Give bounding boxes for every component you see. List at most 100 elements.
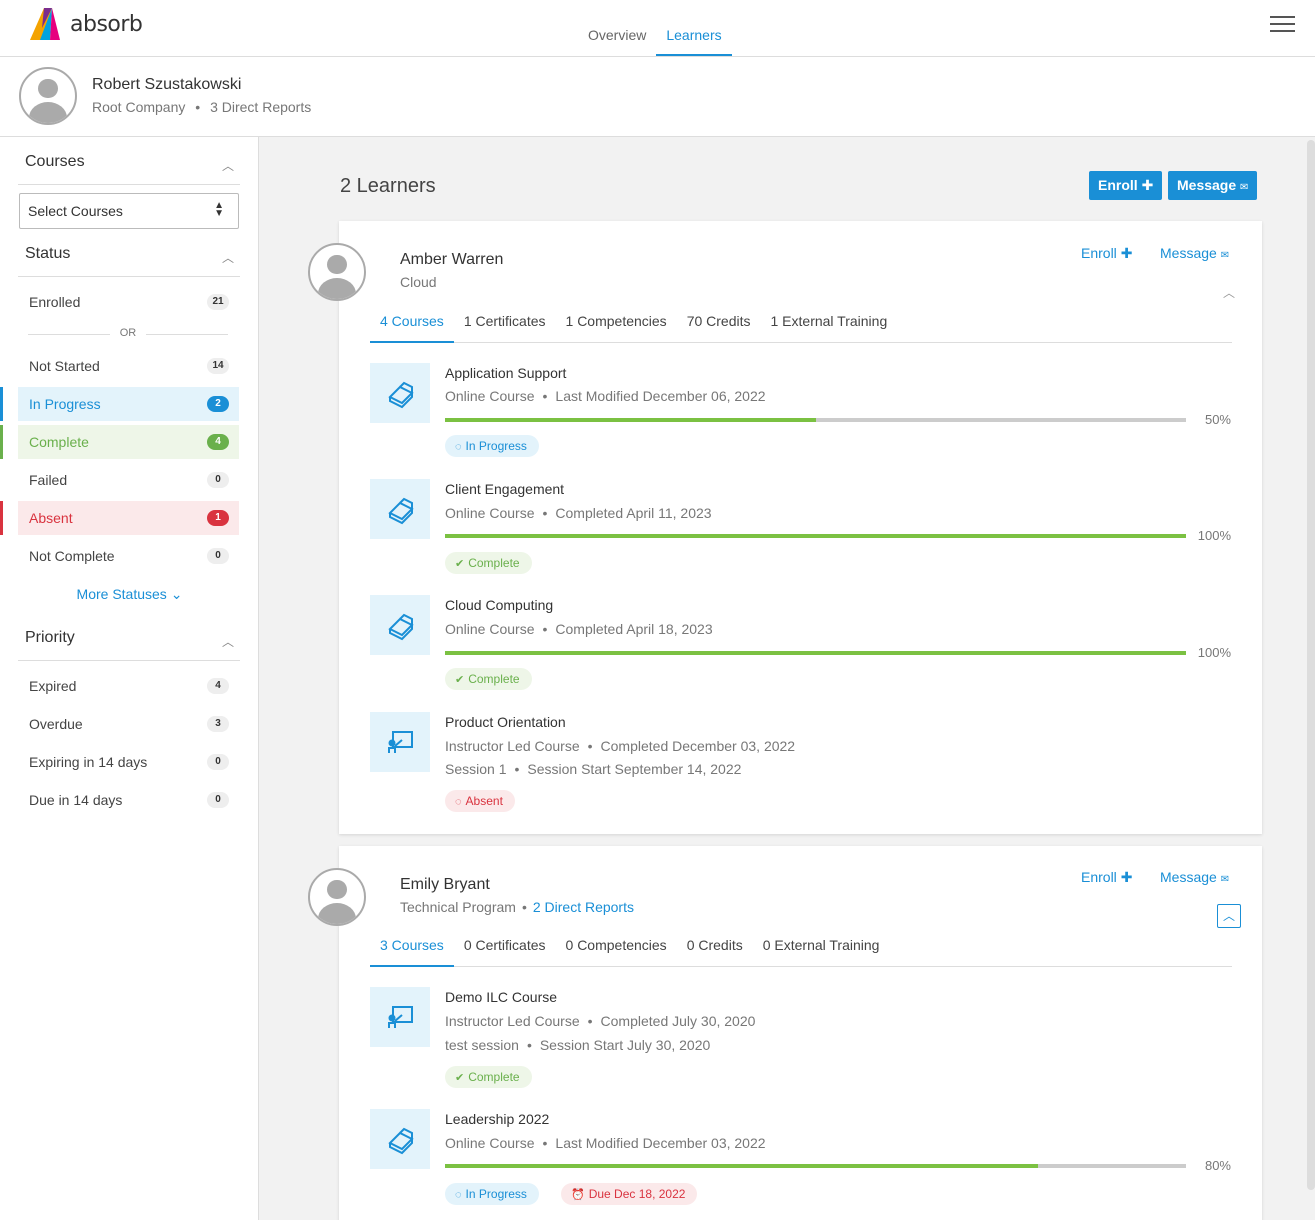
learner-enroll-link[interactable]: Enroll ✚ (1081, 869, 1132, 886)
course-title[interactable]: Application Support (445, 365, 566, 381)
status-badge: ◌ In Progress (445, 1183, 539, 1205)
hamburger-menu-icon[interactable] (1270, 16, 1295, 34)
tab-courses[interactable]: 4 Courses (370, 311, 454, 343)
collapse-chevron-icon[interactable]: ︿ (1217, 904, 1241, 928)
separator: • (526, 1037, 532, 1053)
enroll-button[interactable]: Enroll ✚ (1089, 171, 1163, 200)
learner-message-link[interactable]: Message ✉ (1160, 869, 1229, 885)
book-icon[interactable] (370, 595, 430, 655)
spinner-icon: ◌ (455, 441, 462, 453)
course-type: Online Course (445, 388, 535, 404)
status-in-progress[interactable]: In Progress 2 (18, 387, 239, 421)
learner-tabs: 3 Courses 0 Certificates 0 Competencies … (370, 935, 1232, 967)
direct-reports-link[interactable]: 2 Direct Reports (533, 899, 634, 915)
courses-section-header[interactable]: Courses ︿ (18, 153, 240, 185)
course-title[interactable]: Demo ILC Course (445, 989, 557, 1005)
chevron-up-icon[interactable]: ︿ (222, 633, 234, 650)
tab-courses[interactable]: 3 Courses (370, 935, 454, 967)
tab-credits[interactable]: 0 Credits (677, 935, 753, 967)
status-label: Not Complete (29, 548, 115, 564)
learner-enroll-link[interactable]: Enroll ✚ (1081, 245, 1132, 262)
chevron-up-icon[interactable]: ︿ (222, 157, 234, 174)
learner-tabs: 4 Courses 1 Certificates 1 Competencies … (370, 311, 1232, 343)
status-count: 1 (207, 510, 229, 526)
select-value: Select Courses (28, 203, 123, 219)
separator: • (195, 99, 201, 115)
book-icon[interactable] (370, 1109, 430, 1169)
plus-icon: ✚ (1120, 245, 1133, 261)
scrollbar[interactable] (1307, 140, 1315, 1190)
chevron-down-icon: ⌄ (170, 586, 183, 602)
course-title[interactable]: Product Orientation (445, 714, 566, 730)
presentation-board-icon[interactable] (370, 712, 430, 772)
tab-certificates[interactable]: 0 Certificates (454, 935, 556, 967)
learner-name[interactable]: Emily Bryant (400, 876, 490, 894)
priority-due[interactable]: Due in 14 days 0 (18, 783, 239, 817)
message-label: Message (1177, 177, 1237, 193)
priority-count: 0 (207, 792, 229, 808)
priority-label: Expiring in 14 days (29, 754, 148, 770)
status-not-complete[interactable]: Not Complete 0 (18, 539, 239, 573)
priority-count: 4 (207, 678, 229, 694)
priority-overdue[interactable]: Overdue 3 (18, 707, 239, 741)
absorb-logo-icon[interactable] (30, 8, 70, 40)
tab-overview[interactable]: Overview (578, 26, 656, 56)
progress-bar (445, 534, 1186, 538)
status-label: In Progress (29, 396, 101, 412)
status-complete[interactable]: Complete 4 (18, 425, 239, 459)
separator: • (542, 621, 548, 637)
book-icon[interactable] (370, 479, 430, 539)
tab-credits[interactable]: 70 Credits (677, 311, 761, 343)
tab-learners[interactable]: Learners (656, 26, 732, 56)
collapse-chevron-icon[interactable]: ︿ (1223, 284, 1235, 301)
status-failed[interactable]: Failed 0 (18, 463, 239, 497)
tab-competencies[interactable]: 0 Competencies (556, 935, 677, 967)
status-badge: ◌ In Progress (445, 435, 539, 457)
more-statuses-link[interactable]: More Statuses ⌄ (0, 586, 259, 603)
tab-certificates[interactable]: 1 Certificates (454, 311, 556, 343)
user-reports: 3 Direct Reports (210, 99, 312, 115)
tab-external-training[interactable]: 1 External Training (761, 311, 898, 343)
progress-bar (445, 1164, 1186, 1168)
envelope-icon: ✉ (1220, 874, 1230, 885)
learner-subtitle: Technical Program • 2 Direct Reports (400, 899, 634, 915)
status-text: In Progress (465, 439, 527, 453)
courses-section-title: Courses (25, 153, 85, 170)
priority-expired[interactable]: Expired 4 (18, 669, 239, 703)
enroll-label: Enroll (1098, 177, 1138, 193)
course-title[interactable]: Leadership 2022 (445, 1111, 549, 1127)
status-not-started[interactable]: Not Started 14 (18, 349, 239, 383)
status-absent[interactable]: Absent 1 (18, 501, 239, 535)
tab-external-training[interactable]: 0 External Training (753, 935, 890, 967)
status-count: 4 (207, 434, 229, 450)
learner-card: Amber Warren Cloud Enroll ✚ Message ✉ ︿ … (339, 221, 1262, 834)
status-count: 0 (207, 548, 229, 564)
separator: • (514, 761, 520, 777)
progress-fill (445, 1164, 1038, 1168)
presentation-board-icon[interactable] (370, 987, 430, 1047)
learner-name[interactable]: Amber Warren (400, 251, 503, 269)
course-date: Completed April 11, 2023 (555, 505, 712, 521)
page-title: 2 Learners (340, 175, 436, 197)
envelope-icon: ✉ (1240, 182, 1249, 193)
course-type: Online Course (445, 621, 535, 637)
status-section-header[interactable]: Status ︿ (18, 245, 240, 277)
priority-section-header[interactable]: Priority ︿ (18, 629, 240, 661)
chevron-up-icon[interactable]: ︿ (222, 249, 234, 266)
session-name: Session 1 (445, 761, 507, 777)
tab-competencies[interactable]: 1 Competencies (556, 311, 677, 343)
priority-expiring[interactable]: Expiring in 14 days 0 (18, 745, 239, 779)
separator: • (542, 505, 548, 521)
status-enrolled[interactable]: Enrolled 21 (18, 285, 239, 319)
select-courses-dropdown[interactable]: Select Courses ▲ ▼ (19, 193, 239, 229)
learner-message-link[interactable]: Message ✉ (1160, 245, 1229, 261)
session-meta: Session 1 • Session Start September 14, 20… (445, 761, 741, 777)
course-title[interactable]: Cloud Computing (445, 597, 553, 613)
user-subtitle: Root Company • 3 Direct Reports (92, 99, 311, 115)
status-badge: ✔ Complete (445, 1066, 532, 1088)
message-button[interactable]: Message ✉ (1168, 171, 1258, 200)
selected-indicator (0, 425, 3, 459)
book-icon[interactable] (370, 363, 430, 423)
status-badge: ✔ Complete (445, 668, 532, 690)
course-title[interactable]: Client Engagement (445, 481, 564, 497)
